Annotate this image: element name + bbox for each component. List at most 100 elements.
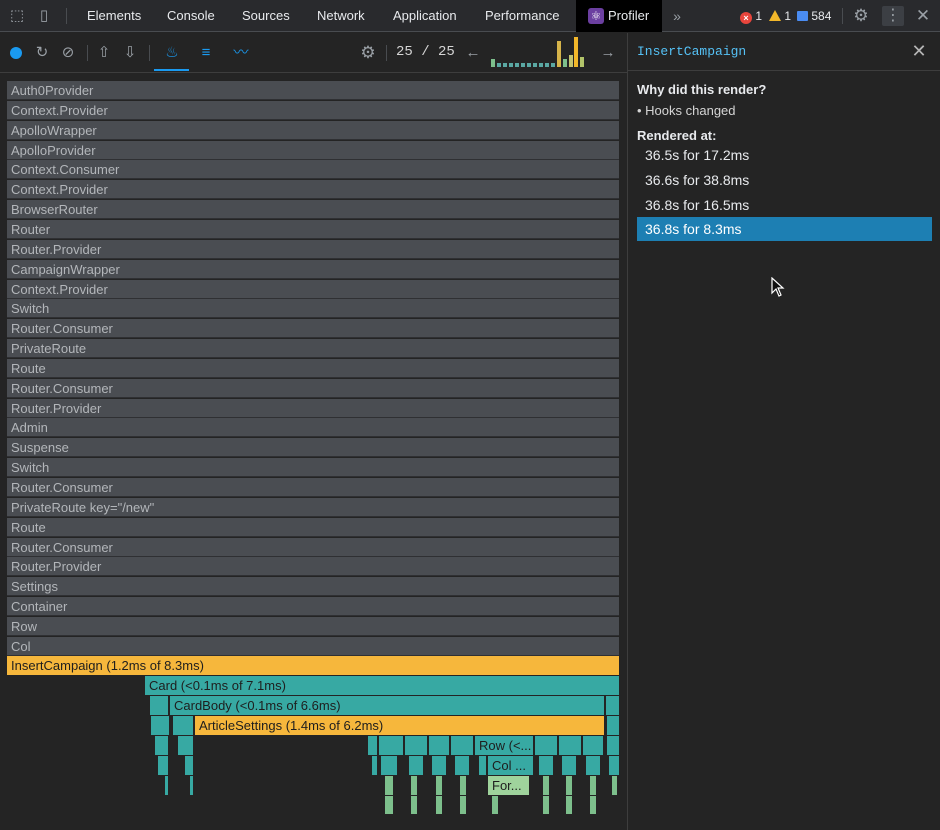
more-tabs-icon[interactable]: » (667, 6, 687, 26)
flame-node-insertcampaign[interactable]: InsertCampaign (1.2ms of 8.3ms) (7, 656, 619, 675)
commit-bar[interactable] (557, 41, 561, 67)
flame-node-ancestor[interactable]: Row (7, 616, 619, 636)
flame-node-ancestor[interactable]: Router.Consumer (7, 378, 619, 398)
tab-profiler[interactable]: ⚛ Profiler (576, 0, 662, 32)
flame-node-ancestor[interactable]: PrivateRoute key="/new" (7, 497, 619, 517)
flame-node-ancestor[interactable]: Route (7, 517, 619, 537)
commit-selector[interactable] (490, 37, 586, 67)
flame-node-ancestor[interactable]: PrivateRoute (7, 339, 619, 359)
flame-node-fragment[interactable] (460, 776, 466, 795)
flame-node-ancestor[interactable]: Router.Provider (7, 398, 619, 418)
flame-node-ancestor[interactable]: Context.Provider (7, 180, 619, 200)
commit-bar[interactable] (515, 63, 519, 67)
flame-node-fragment[interactable] (583, 736, 603, 755)
flame-node-fragment[interactable] (379, 736, 403, 755)
flame-node-fragment[interactable] (429, 736, 449, 755)
flame-node-fragment[interactable] (155, 736, 168, 755)
commit-bar[interactable] (539, 63, 543, 67)
commit-bar[interactable] (533, 63, 537, 67)
flame-node-articlesettings[interactable]: ArticleSettings (1.4ms of 6.2ms) (195, 716, 604, 735)
ranked-view-icon[interactable]: ≡ (196, 43, 216, 63)
flame-node-ancestor[interactable]: Router (7, 219, 619, 239)
flame-node-fragment[interactable] (385, 796, 393, 814)
commit-bar[interactable] (497, 63, 501, 67)
flame-node-fragment[interactable] (535, 736, 557, 755)
flame-node-ancestor[interactable]: Router.Consumer (7, 319, 619, 339)
flame-node-ancestor[interactable]: Switch (7, 458, 619, 478)
commit-bar[interactable] (509, 63, 513, 67)
flame-node-fragment[interactable] (178, 736, 193, 755)
flame-node-fragment[interactable] (150, 696, 168, 715)
flame-node-ancestor[interactable]: BrowserRouter (7, 200, 619, 220)
flame-node-fragment[interactable] (411, 796, 417, 814)
flame-node-col[interactable]: Col ... (488, 756, 533, 775)
commit-bar[interactable] (503, 63, 507, 67)
flame-node-fragment[interactable] (566, 796, 572, 814)
close-panel-icon[interactable]: ✕ (909, 41, 929, 61)
flame-node-fragment[interactable] (590, 776, 596, 795)
flame-node-fragment[interactable] (612, 776, 617, 795)
flame-node-ancestor[interactable]: Router.Consumer (7, 478, 619, 497)
flame-node-fragment[interactable] (432, 756, 446, 775)
flame-node-fragment[interactable] (543, 776, 549, 795)
flame-node-fragment[interactable] (190, 776, 193, 795)
flame-node-cardbody[interactable]: CardBody (<0.1ms of 6.6ms) (170, 696, 604, 715)
next-commit-icon[interactable]: → (598, 43, 618, 63)
previous-commit-icon[interactable]: ← (463, 43, 483, 63)
flame-node-fragment[interactable] (606, 696, 619, 715)
flame-node-fragment[interactable] (405, 736, 427, 755)
tab-network[interactable]: Network (317, 0, 365, 32)
flame-node-fragment[interactable] (165, 776, 168, 795)
flame-node-fragment[interactable] (607, 736, 619, 755)
flame-node-fragment[interactable] (559, 736, 581, 755)
flame-node-fragment[interactable] (158, 756, 168, 775)
warning-counter[interactable]: 1 (769, 8, 791, 24)
flame-node-ancestor[interactable]: Context.Consumer (7, 160, 619, 180)
flame-node-form[interactable]: For... (488, 776, 529, 795)
render-entry[interactable]: 36.5s for 17.2ms (637, 143, 932, 167)
error-counter[interactable]: × 1 (740, 8, 762, 24)
commit-bar[interactable] (527, 63, 531, 67)
flame-node-fragment[interactable] (411, 776, 417, 795)
kebab-menu-icon[interactable]: ⋮ (882, 6, 904, 26)
flame-node-ancestor[interactable]: Settings (7, 577, 619, 597)
flame-node-card[interactable]: Card (<0.1ms of 7.1ms) (145, 676, 619, 695)
commit-bar[interactable] (545, 63, 549, 67)
inspect-element-icon[interactable]: ⬚ (7, 6, 27, 26)
device-toolbar-icon[interactable]: ▯ (34, 6, 54, 26)
commit-bar[interactable] (521, 63, 525, 67)
clear-profile-icon[interactable]: ⊘ (58, 43, 78, 63)
flame-node-ancestor[interactable]: Context.Provider (7, 100, 619, 120)
flamegraph-view-icon[interactable]: ♨ (162, 43, 182, 63)
flame-node-fragment[interactable] (455, 756, 469, 775)
flame-node-ancestor[interactable]: Router.Consumer (7, 537, 619, 557)
flame-node-fragment[interactable] (436, 796, 442, 814)
commit-bar[interactable] (569, 55, 573, 67)
render-entry[interactable]: 36.8s for 16.5ms (637, 193, 932, 217)
tab-sources[interactable]: Sources (242, 0, 290, 32)
flame-node-fragment[interactable] (607, 716, 619, 735)
flame-node-fragment[interactable] (586, 756, 600, 775)
message-counter[interactable]: 584 (797, 8, 831, 24)
flame-node-ancestor[interactable]: CampaignWrapper (7, 259, 619, 279)
flame-node-fragment[interactable] (436, 776, 442, 795)
flame-node-fragment[interactable] (539, 756, 553, 775)
flame-node-row[interactable]: Row (<... (475, 736, 533, 755)
flame-node-ancestor[interactable]: Context.Provider (7, 279, 619, 299)
flame-node-fragment[interactable] (451, 736, 473, 755)
flame-node-ancestor[interactable]: Container (7, 597, 619, 617)
flame-node-fragment[interactable] (173, 716, 193, 735)
commit-bar[interactable] (574, 37, 578, 67)
profiler-settings-icon[interactable]: ⚙ (358, 43, 378, 63)
flame-node-fragment[interactable] (368, 736, 377, 755)
tab-performance[interactable]: Performance (485, 0, 559, 32)
flame-node-ancestor[interactable]: Switch (7, 299, 619, 319)
commit-bar[interactable] (491, 59, 495, 67)
flame-node-fragment[interactable] (151, 716, 169, 735)
commit-bar[interactable] (551, 63, 555, 67)
interactions-view-icon[interactable]: 〰 (231, 43, 251, 63)
flame-node-ancestor[interactable]: ApolloProvider (7, 140, 619, 160)
flame-node-ancestor[interactable]: ApolloWrapper (7, 120, 619, 140)
settings-gear-icon[interactable]: ⚙ (851, 6, 871, 26)
flame-node-ancestor[interactable]: Suspense (7, 438, 619, 458)
